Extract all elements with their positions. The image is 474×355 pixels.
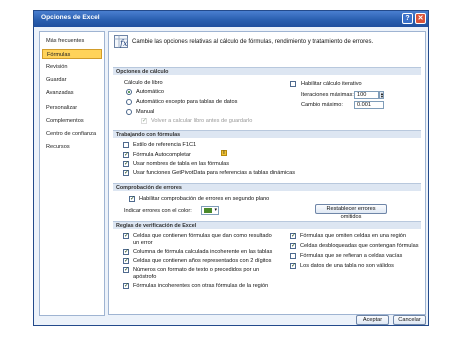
sidebar-item-save[interactable]: Guardar <box>42 75 102 85</box>
rule-two-digit-years-label: Celdas que contienen años representados … <box>133 258 272 264</box>
cancel-button[interactable]: Cancelar <box>393 315 426 325</box>
checkbox-table-names[interactable] <box>123 160 129 167</box>
checkbox-r1c1-style[interactable] <box>123 142 129 148</box>
reset-ignored-errors-button[interactable]: Restablecer errores omitidos <box>315 204 387 220</box>
rule-empty-cells-label: Fórmulas que se refieran a celdas vacías <box>300 253 403 259</box>
sidebar-item-proofing[interactable]: Revisión <box>42 62 102 72</box>
sidebar-item-trust-center[interactable]: Centro de confianza <box>42 129 102 139</box>
r1c1-style-label: Estilo de referencia F1C1 <box>133 142 197 148</box>
dialog-title: Opciones de Excel <box>41 14 100 21</box>
sidebar-item-popular[interactable]: Más frecuentes <box>42 36 102 46</box>
sidebar-item-customize[interactable]: Personalizar <box>42 103 102 113</box>
checkbox-rule-inconsistent-column[interactable] <box>123 248 129 255</box>
workbook-calc-label: Cálculo de libro <box>124 80 163 86</box>
max-change-input[interactable]: 0.001 <box>354 101 384 109</box>
rule-numbers-as-text-label-2: apóstrofo <box>133 274 157 280</box>
formula-autocomplete-label: Fórmula Autocompletar <box>133 152 191 158</box>
checkbox-rule-numbers-as-text[interactable] <box>123 266 129 273</box>
rule-numbers-as-text-label: Números con formato de texto o precedido… <box>133 267 260 273</box>
rule-error-formulas-label-2: un error <box>133 240 153 246</box>
checkbox-iterative-calc[interactable] <box>290 81 296 87</box>
radio-automatic-except-tables[interactable] <box>126 99 132 105</box>
section-working-formulas: Trabajando con fórmulas <box>113 130 421 138</box>
checkbox-recalc-before-save <box>141 117 147 124</box>
rule-omit-cells-label: Fórmulas que omiten celdas en una región <box>300 233 407 239</box>
ok-button[interactable]: Aceptar <box>356 315 389 325</box>
section-calculation: Opciones de cálculo <box>113 67 421 75</box>
checkbox-rule-invalid-table-data[interactable] <box>290 262 296 269</box>
sidebar-item-formulas[interactable]: Fórmulas <box>42 49 102 59</box>
close-icon[interactable]: ✕ <box>415 13 426 24</box>
checkbox-rule-error-formulas[interactable] <box>123 232 129 239</box>
radio-manual-label: Manual <box>136 109 155 115</box>
sidebar-item-addins[interactable]: Complementos <box>42 116 102 126</box>
checkbox-rule-unlocked-cells[interactable] <box>290 242 296 249</box>
max-change-label: Cambio máximo: <box>301 102 343 108</box>
svg-text:fx: fx <box>119 39 128 48</box>
section-error-rules: Reglas de verificación de Excel <box>113 221 421 229</box>
checkbox-rule-omit-cells[interactable] <box>290 232 296 239</box>
max-iterations-input[interactable]: 100 <box>354 91 379 99</box>
header-description: Cambie las opciones relativas al cálculo… <box>132 39 374 45</box>
radio-automatic-except-label: Automático excepto para tablas de datos <box>136 99 238 105</box>
error-color-picker[interactable]: ▾ <box>201 206 219 215</box>
radio-automatic[interactable] <box>126 89 132 95</box>
background-error-check-label: Habilitar comprobación de errores en seg… <box>139 196 270 202</box>
chevron-down-icon: ▾ <box>214 207 217 213</box>
section-error-checking: Comprobación de errores <box>113 183 421 191</box>
table-names-label: Usar nombres de tabla en las fórmulas <box>133 161 230 167</box>
checkbox-formula-autocomplete[interactable] <box>123 151 129 158</box>
excel-options-dialog: Opciones de Excel ? ✕ Más frecuentes Fór… <box>33 10 429 326</box>
radio-manual[interactable] <box>126 109 132 115</box>
rule-unlocked-cells-label: Celdas desbloqueadas que contengan fórmu… <box>300 243 419 249</box>
checkbox-background-error-check[interactable] <box>129 195 135 202</box>
error-color-label: Indicar errores con el color: <box>124 208 192 214</box>
sidebar-item-advanced[interactable]: Avanzadas <box>42 88 102 98</box>
rule-invalid-table-data-label: Los datos de una tabla no son válidos <box>300 263 394 269</box>
iterative-calc-label: Habilitar cálculo iterativo <box>301 81 362 87</box>
info-icon: i <box>221 150 227 156</box>
rule-inconsistent-column-label: Columna de fórmula calculada incoherente… <box>133 249 273 255</box>
checkbox-rule-inconsistent-formulas[interactable] <box>123 282 129 289</box>
getpivotdata-label: Usar funciones GetPivotData para referen… <box>133 170 295 176</box>
max-iterations-spinner[interactable]: ▲ ▼ <box>379 91 384 99</box>
help-icon[interactable]: ? <box>402 13 413 24</box>
checkbox-rule-empty-cells[interactable] <box>290 253 296 259</box>
title-bar: Opciones de Excel ? ✕ <box>34 11 428 27</box>
sidebar-item-resources[interactable]: Recursos <box>42 142 102 152</box>
radio-automatic-label: Automático <box>136 89 164 95</box>
color-swatch <box>204 208 212 213</box>
sidebar: Más frecuentes Fórmulas Revisión Guardar… <box>39 31 105 316</box>
max-iterations-label: Iteraciones máximas: <box>301 92 354 98</box>
rule-inconsistent-formulas-label: Fórmulas incoherentes con otras fórmulas… <box>133 283 269 289</box>
formula-icon: fx <box>114 35 128 48</box>
options-panel: fx Cambie las opciones relativas al cálc… <box>108 31 426 315</box>
recalc-before-save-label: Volver a calcular libro antes de guardar… <box>151 118 253 124</box>
rule-error-formulas-label: Celdas que contienen fórmulas que dan co… <box>133 233 272 239</box>
checkbox-rule-two-digit-years[interactable] <box>123 257 129 264</box>
checkbox-getpivotdata[interactable] <box>123 169 129 176</box>
